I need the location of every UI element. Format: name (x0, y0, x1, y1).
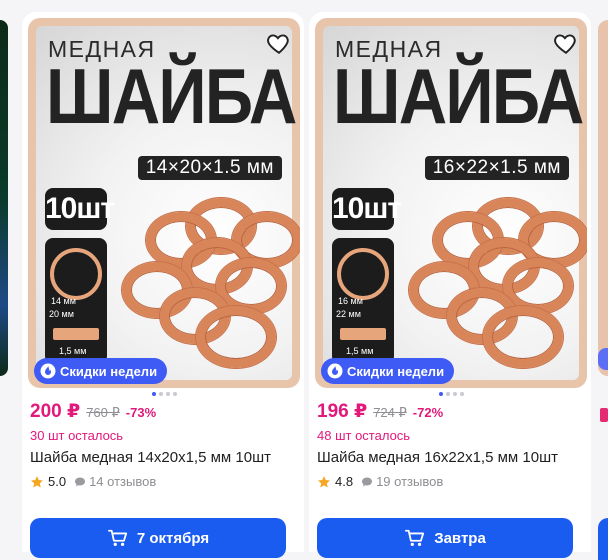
pagination-dot (439, 392, 443, 396)
promo-label: Скидки недели (60, 363, 158, 379)
discount-label: -73% (125, 405, 157, 420)
pagination-dot (159, 392, 163, 396)
rating-row: 5.0 14 отзывов (30, 474, 156, 489)
chat-bubble-icon (362, 477, 373, 486)
reviews-link[interactable]: 19 отзывов (361, 474, 443, 489)
reviews-count: 14 отзывов (89, 474, 157, 489)
cart-icon (107, 529, 127, 546)
image-heading-big: ШАЙБА (333, 52, 584, 140)
chat-bubble-icon (75, 477, 86, 486)
price-row: 196 ₽ 724 ₽ -72% (317, 400, 443, 423)
image-pagination (439, 392, 464, 396)
pagination-dot (173, 392, 177, 396)
thickness-label: 1,5 мм (59, 346, 87, 356)
heart-icon[interactable] (553, 30, 579, 56)
washer-profile-illustration (53, 328, 99, 340)
flame-icon (40, 363, 56, 379)
inner-diameter-label: 16 мм (338, 296, 363, 306)
washer-profile-illustration (340, 328, 386, 340)
promo-badge: Скидки недели (321, 358, 455, 384)
cart-icon (405, 529, 425, 546)
previous-product-card-edge[interactable] (0, 20, 8, 376)
product-card[interactable]: МЕДНАЯ ШАЙБА 14×20×1.5 мм 10шт 14 мм 20 … (22, 12, 304, 558)
product-image[interactable]: МЕДНАЯ ШАЙБА 14×20×1.5 мм 10шт 14 мм 20 … (28, 18, 300, 388)
pagination-dot (152, 392, 156, 396)
size-badge: 14×20×1.5 мм (137, 156, 282, 180)
price-row: 200 ₽ 760 ₽ -73% (30, 400, 156, 423)
promo-label: Скидки недели (347, 363, 445, 379)
image-pagination (152, 392, 177, 396)
dimension-panel: 16 мм 22 мм 1,5 мм (332, 238, 394, 364)
washer-illustration (483, 306, 563, 368)
washer-illustration (196, 306, 276, 368)
rating-value: 5.0 (48, 474, 67, 489)
washer-ring-illustration (50, 248, 102, 300)
stock-left: 30 шт осталось (30, 428, 124, 443)
next-promo-badge-edge (598, 348, 608, 370)
outer-diameter-label: 22 мм (336, 309, 361, 319)
flame-icon (327, 363, 343, 379)
stock-left: 48 шт осталось (317, 428, 411, 443)
add-to-cart-button[interactable]: 7 октября (30, 518, 286, 558)
quantity-badge: 10шт (332, 188, 402, 230)
outer-diameter-label: 20 мм (49, 309, 74, 319)
reviews-link[interactable]: 14 отзывов (74, 474, 156, 489)
current-price: 200 ₽ (30, 401, 81, 422)
size-badge: 16×22×1.5 мм (424, 156, 569, 180)
discount-label: -72% (412, 405, 444, 420)
product-card[interactable]: МЕДНАЯ ШАЙБА 16×22×1.5 мм 10шт 16 мм 22 … (309, 12, 591, 558)
next-product-image-edge (598, 20, 608, 376)
pagination-dot (460, 392, 464, 396)
inner-diameter-label: 14 мм (51, 296, 76, 306)
rating-value: 4.8 (335, 474, 354, 489)
next-product-card-edge[interactable] (598, 20, 608, 560)
promo-badge: Скидки недели (34, 358, 168, 384)
pagination-dot (453, 392, 457, 396)
star-icon (318, 475, 330, 487)
heart-icon[interactable] (266, 30, 292, 56)
product-image[interactable]: МЕДНАЯ ШАЙБА 16×22×1.5 мм 10шт 16 мм 22 … (315, 18, 587, 388)
product-title[interactable]: Шайба медная 16х22х1,5 мм 10шт (317, 449, 558, 466)
dimension-panel: 14 мм 20 мм 1,5 мм (45, 238, 107, 364)
next-cart-button-edge[interactable] (598, 518, 608, 560)
image-heading-big: ШАЙБА (46, 52, 297, 140)
delivery-date-label: Завтра (434, 529, 486, 547)
old-price: 724 ₽ (373, 405, 407, 420)
old-price: 760 ₽ (86, 405, 120, 420)
next-price-edge (600, 408, 608, 422)
rating-row: 4.8 19 отзывов (317, 474, 443, 489)
product-title[interactable]: Шайба медная 14х20х1,5 мм 10шт (30, 449, 271, 466)
thickness-label: 1,5 мм (346, 346, 374, 356)
pagination-dot (446, 392, 450, 396)
current-price: 196 ₽ (317, 401, 368, 422)
delivery-date-label: 7 октября (136, 529, 210, 547)
pagination-dot (166, 392, 170, 396)
add-to-cart-button[interactable]: Завтра (317, 518, 573, 558)
star-icon (31, 475, 43, 487)
quantity-badge: 10шт (45, 188, 115, 230)
reviews-count: 19 отзывов (376, 474, 444, 489)
washer-ring-illustration (337, 248, 389, 300)
